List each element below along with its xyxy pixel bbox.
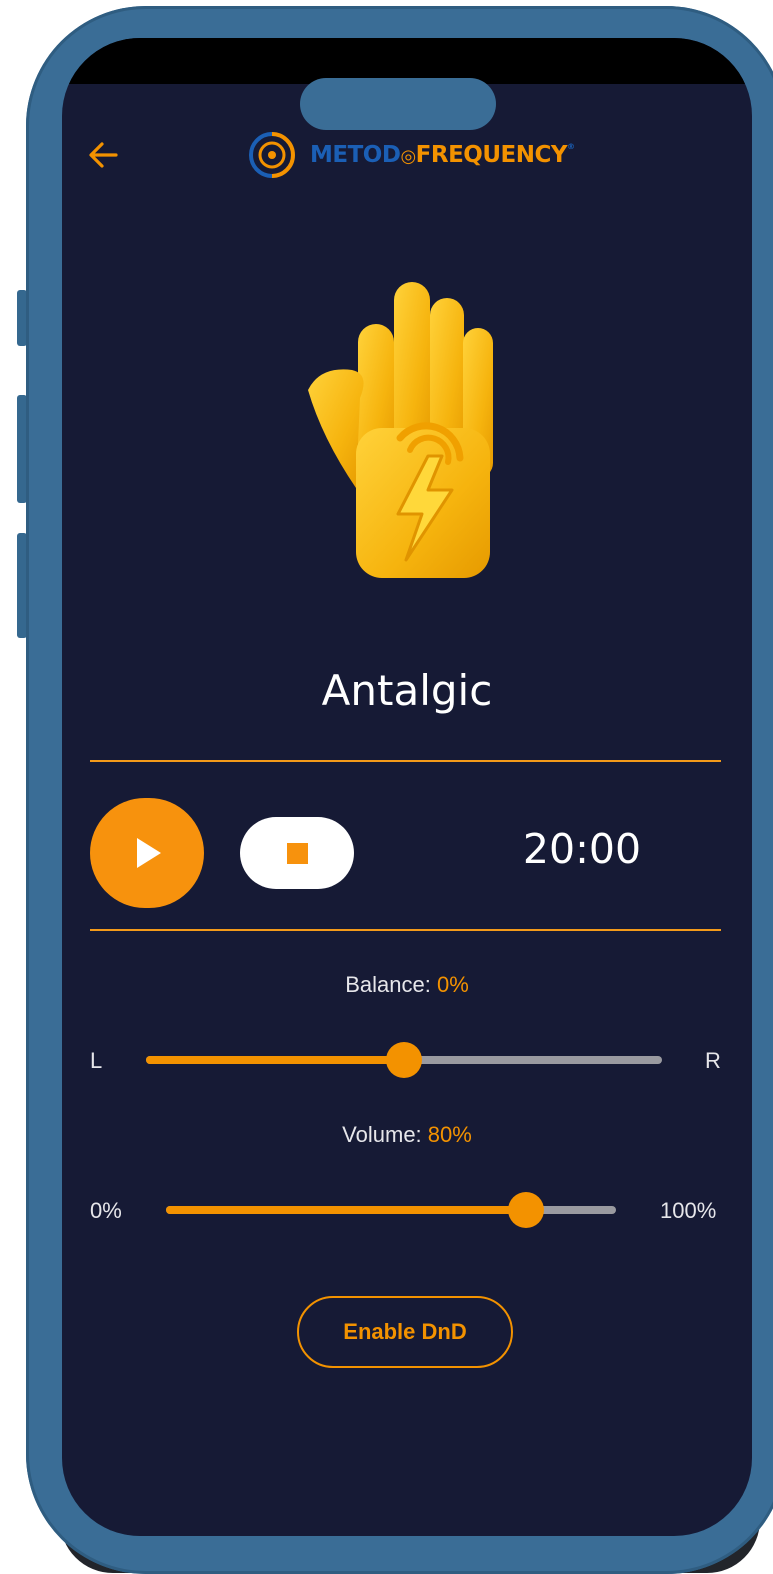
- logo-wordmark: METOD◎FREQUENCY®: [310, 142, 575, 168]
- play-icon: [137, 838, 161, 868]
- volume-value: 80%: [427, 1122, 472, 1147]
- balance-slider-fill: [146, 1056, 404, 1064]
- arrow-left-icon[interactable]: [86, 138, 122, 172]
- app-screen: METOD◎FREQUENCY® Antalgic 20:00 Balance:…: [62, 38, 752, 1536]
- logo-part-1: METOD: [310, 142, 401, 168]
- balance-value: 0%: [436, 972, 469, 997]
- bottom-divider: [90, 929, 721, 931]
- timer-display: 20:00: [522, 825, 642, 873]
- program-title: Antalgic: [321, 666, 493, 715]
- balance-slider[interactable]: [146, 1042, 662, 1078]
- balance-left-label: L: [90, 1048, 103, 1073]
- stop-button[interactable]: [240, 817, 354, 889]
- logo-registered: ®: [567, 142, 575, 151]
- app-logo: METOD◎FREQUENCY®: [248, 130, 575, 180]
- stop-icon: [287, 843, 308, 864]
- volume-slider-fill: [166, 1206, 526, 1214]
- logo-target-icon: [249, 132, 295, 178]
- volume-label: Volume: 80%: [62, 1122, 752, 1148]
- dynamic-island: [300, 78, 496, 130]
- logo-part-2: FREQUENCY: [415, 142, 568, 168]
- balance-slider-thumb[interactable]: [386, 1042, 422, 1078]
- enable-dnd-button[interactable]: Enable DnD: [297, 1296, 513, 1368]
- hand-lightning-icon: [300, 278, 500, 578]
- volume-max-label: 100%: [660, 1198, 717, 1223]
- volume-label-text: Volume:: [342, 1122, 428, 1147]
- volume-min-label: 0%: [90, 1198, 122, 1223]
- volume-slider[interactable]: [166, 1192, 616, 1228]
- balance-label: Balance: 0%: [62, 972, 752, 998]
- play-button[interactable]: [90, 798, 204, 908]
- balance-label-text: Balance:: [345, 972, 437, 997]
- logo-dot-icon: ◎: [400, 146, 416, 167]
- balance-right-label: R: [705, 1048, 721, 1073]
- volume-slider-thumb[interactable]: [508, 1192, 544, 1228]
- top-divider: [90, 760, 721, 762]
